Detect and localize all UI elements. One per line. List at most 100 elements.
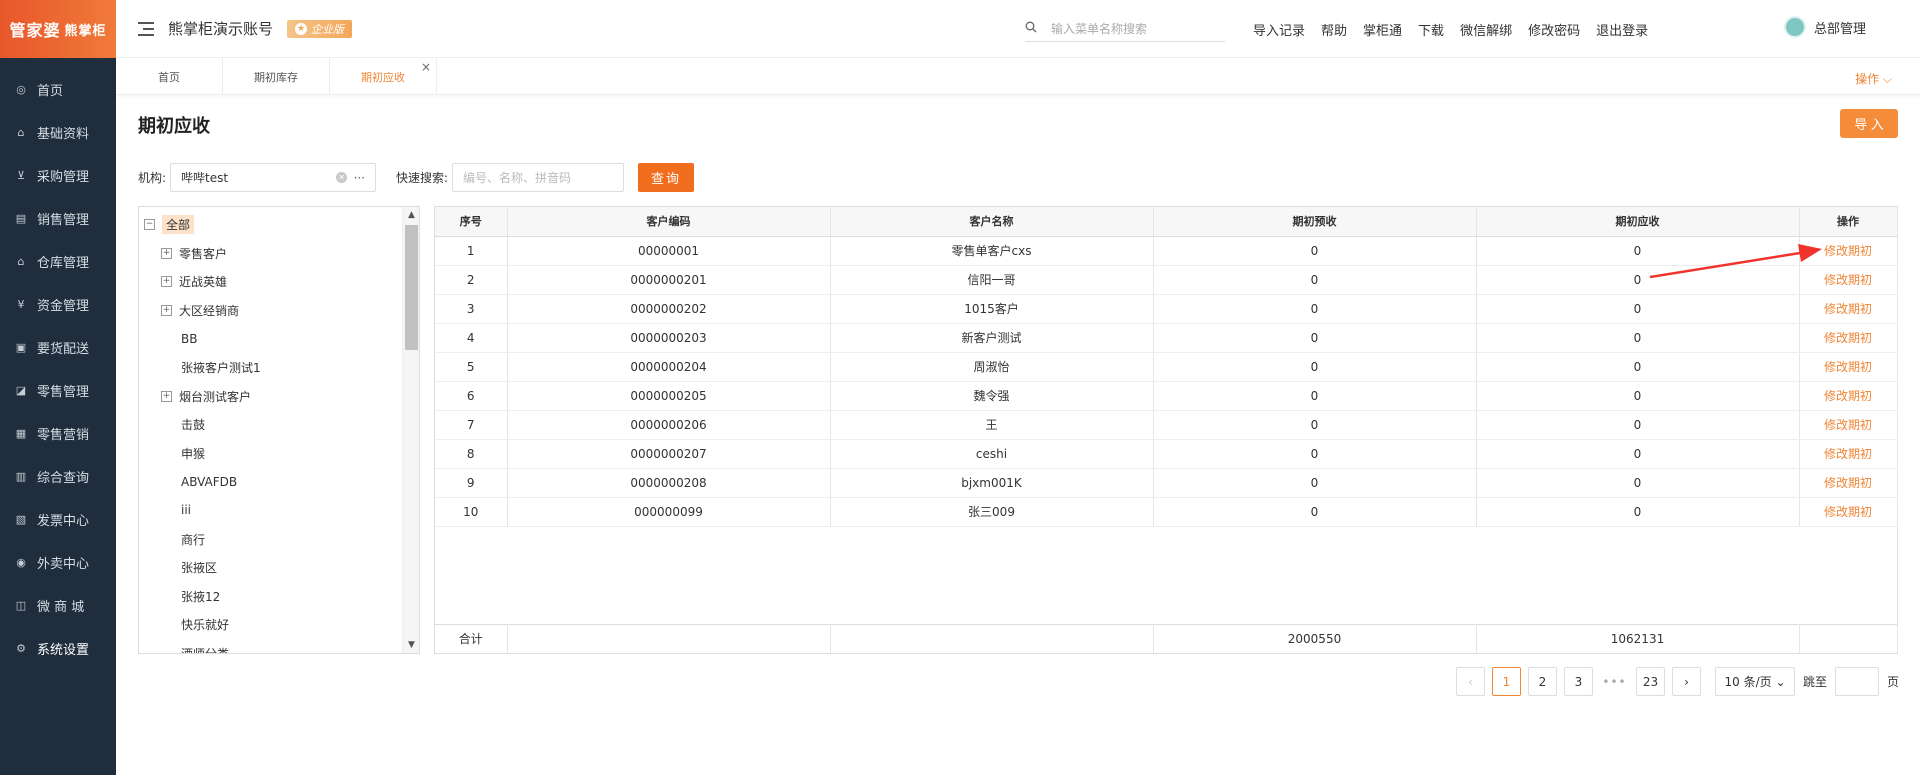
sidebar-item-3[interactable]: ▤ 销售管理 bbox=[0, 197, 116, 240]
clear-icon[interactable]: ✕ bbox=[336, 172, 348, 183]
sidebar-item-10[interactable]: ▧ 发票中心 bbox=[0, 498, 116, 541]
edit-opening-link[interactable]: 修改期初 bbox=[1799, 439, 1898, 469]
jump-page-input[interactable] bbox=[1835, 667, 1880, 696]
tree-node[interactable]: 商行 bbox=[181, 529, 205, 549]
tree-node[interactable]: + 烟台测试客户 bbox=[161, 386, 251, 406]
sidebar-item-label: 综合查询 bbox=[37, 471, 90, 486]
sidebar-item-2[interactable]: ⊻ 采购管理 bbox=[0, 154, 116, 197]
sidebar-item-0[interactable]: ◎ 首页 bbox=[0, 68, 116, 111]
table-cell: 1015客户 bbox=[830, 294, 1154, 324]
tree-node[interactable]: ABVAFDB bbox=[181, 472, 237, 492]
sidebar-item-4[interactable]: ⌂ 仓库管理 bbox=[0, 240, 116, 283]
sidebar-item-8[interactable]: ▦ 零售营销 bbox=[0, 412, 116, 455]
expand-icon[interactable]: + bbox=[161, 276, 172, 288]
tree-node[interactable]: iii bbox=[181, 500, 191, 520]
sidebar-item-6[interactable]: ▣ 要货配送 bbox=[0, 326, 116, 369]
quick-search-label: 快速搜索: bbox=[396, 171, 449, 185]
sidebar-item-9[interactable]: ▥ 综合查询 bbox=[0, 455, 116, 498]
header-link-2[interactable]: 掌柜通 bbox=[1363, 20, 1402, 39]
scroll-down-icon[interactable]: ▼ bbox=[403, 637, 419, 653]
menu-toggle-icon[interactable] bbox=[138, 21, 154, 36]
tab-home[interactable]: 首页 bbox=[116, 58, 223, 95]
brand-logo[interactable]: 管家婆 熊掌柜 bbox=[0, 0, 116, 58]
tree-node[interactable]: 申猴 bbox=[181, 443, 205, 463]
table-cell: 00000001 bbox=[507, 236, 831, 266]
table-cell: 0 bbox=[1153, 236, 1477, 266]
tree-node[interactable]: + 零售客户 bbox=[161, 243, 227, 263]
edit-opening-link[interactable]: 修改期初 bbox=[1799, 323, 1898, 353]
tree-node[interactable]: 快乐就好 bbox=[181, 615, 229, 635]
sidebar-item-5[interactable]: ¥ 资金管理 bbox=[0, 283, 116, 326]
tree-node[interactable]: 击鼓 bbox=[181, 415, 205, 435]
header-link-6[interactable]: 退出登录 bbox=[1596, 20, 1648, 39]
edit-opening-link[interactable]: 修改期初 bbox=[1799, 352, 1898, 382]
quick-search-input[interactable] bbox=[452, 163, 625, 192]
edit-opening-link[interactable]: 修改期初 bbox=[1799, 381, 1898, 411]
edit-opening-link[interactable]: 修改期初 bbox=[1799, 410, 1898, 440]
scroll-thumb[interactable] bbox=[405, 225, 418, 350]
sidebar-item-7[interactable]: ◪ 零售管理 bbox=[0, 369, 116, 412]
page-3[interactable]: 3 bbox=[1564, 667, 1593, 696]
close-icon[interactable]: × bbox=[421, 60, 431, 74]
page-23[interactable]: 23 bbox=[1636, 667, 1665, 696]
header-link-3[interactable]: 下载 bbox=[1418, 20, 1444, 39]
gear-icon: ⚙ bbox=[16, 642, 26, 655]
edit-opening-link[interactable]: 修改期初 bbox=[1799, 468, 1898, 498]
query-button[interactable]: 查询 bbox=[638, 163, 695, 192]
operations-menu[interactable]: 操作 ⌵ bbox=[1855, 70, 1892, 87]
table-row: 2 0000000201 信阳一哥 0 0 修改期初 bbox=[435, 265, 1898, 295]
expand-icon[interactable]: + bbox=[161, 304, 172, 316]
cart-icon: ⊻ bbox=[16, 169, 26, 182]
table-cell: 0 bbox=[1476, 236, 1800, 266]
table-cell: 1 bbox=[435, 236, 508, 266]
avatar[interactable] bbox=[1783, 16, 1806, 38]
menu-search-input[interactable] bbox=[1051, 21, 1221, 36]
tree-root[interactable]: − 全部 bbox=[144, 214, 195, 234]
sidebar-item-1[interactable]: ⌂ 基础资料 bbox=[0, 111, 116, 154]
sidebar-item-13[interactable]: ⚙ 系统设置 bbox=[0, 627, 116, 670]
header-link-5[interactable]: 修改密码 bbox=[1528, 20, 1580, 39]
expand-icon[interactable]: + bbox=[161, 247, 172, 259]
tree-node[interactable]: + 近战英雄 bbox=[161, 272, 227, 292]
scroll-up-icon[interactable]: ▲ bbox=[403, 207, 419, 223]
header-link-1[interactable]: 帮助 bbox=[1321, 20, 1347, 39]
tab-opening-inventory[interactable]: 期初库存 bbox=[223, 58, 330, 95]
import-button[interactable]: 导 入 bbox=[1840, 109, 1898, 138]
tree-node[interactable]: BB bbox=[181, 329, 197, 349]
sidebar-item-12[interactable]: ◫ 微 商 城 bbox=[0, 584, 116, 627]
column-header: 期初应收 bbox=[1476, 207, 1800, 237]
tree-node[interactable]: 张掖客户测试1 bbox=[181, 357, 261, 377]
next-page-icon[interactable]: › bbox=[1672, 667, 1701, 696]
tree-node[interactable]: 酒师分类 bbox=[181, 643, 229, 653]
tree-node[interactable]: 张掖12 bbox=[181, 586, 220, 606]
page-2[interactable]: 2 bbox=[1528, 667, 1557, 696]
table-row: 1 00000001 零售单客户cxs 0 0 修改期初 bbox=[435, 236, 1898, 266]
edit-opening-link[interactable]: 修改期初 bbox=[1799, 497, 1898, 527]
tree-node[interactable]: + 大区经销商 bbox=[161, 300, 239, 320]
tree-node[interactable]: 张掖区 bbox=[181, 558, 217, 578]
table-cell: 周淑怡 bbox=[830, 352, 1154, 382]
table-cell: 4 bbox=[435, 323, 508, 353]
table-cell: bjxm001K bbox=[830, 468, 1154, 498]
brand-sub: 熊掌柜 bbox=[64, 23, 107, 39]
expand-icon[interactable]: + bbox=[161, 390, 172, 402]
page-size-select[interactable]: 10 条/页 ⌄ bbox=[1715, 667, 1795, 696]
edit-opening-link[interactable]: 修改期初 bbox=[1799, 265, 1898, 295]
collapse-icon[interactable]: − bbox=[144, 218, 155, 230]
tree-node-label: 击鼓 bbox=[181, 418, 206, 433]
edit-opening-link[interactable]: 修改期初 bbox=[1799, 294, 1898, 324]
user-menu[interactable]: 总部管理 bbox=[1783, 16, 1866, 38]
more-icon[interactable]: ··· bbox=[354, 171, 365, 185]
table-cell: 7 bbox=[435, 410, 508, 440]
ellipsis[interactable]: ••• bbox=[1600, 667, 1629, 696]
tree-scrollbar[interactable]: ▲ ▼ bbox=[402, 207, 419, 653]
page-1[interactable]: 1 bbox=[1492, 667, 1521, 696]
tab-opening-receivable[interactable]: 期初应收 × bbox=[330, 58, 437, 95]
header-link-4[interactable]: 微信解绑 bbox=[1460, 20, 1512, 39]
edit-opening-link[interactable]: 修改期初 bbox=[1799, 236, 1898, 266]
sidebar-item-11[interactable]: ◉ 外卖中心 bbox=[0, 541, 116, 584]
org-select[interactable]: 哔哔test ✕ ··· bbox=[170, 163, 377, 192]
prev-page-icon[interactable]: ‹ bbox=[1456, 667, 1485, 696]
column-header: 序号 bbox=[435, 207, 508, 237]
header-link-0[interactable]: 导入记录 bbox=[1253, 20, 1305, 39]
